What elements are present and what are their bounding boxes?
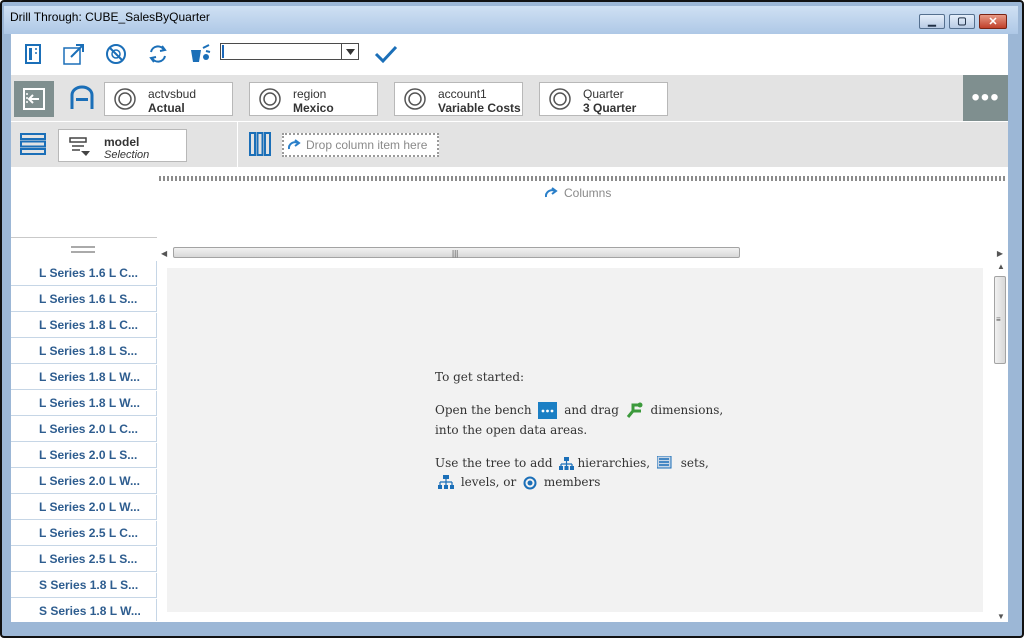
row-header-item[interactable]: L Series 1.8 L W...: [11, 365, 157, 390]
drop-column-text: Drop column item here: [306, 138, 428, 152]
close-icon: ✕: [988, 16, 998, 28]
slicer-account1[interactable]: account1 Variable Costs: [394, 82, 523, 116]
vertical-scrollbar[interactable]: ▲ ≡ ▼: [993, 262, 1008, 621]
help-line-4: levels, or members: [435, 475, 600, 490]
row-dimension-subtitle: Selection: [104, 149, 150, 161]
columns-hint-text: Columns: [564, 186, 612, 200]
drag-handle-icon[interactable]: [71, 246, 95, 253]
client-area: actvsbud Actual region Mexico account1 V…: [11, 34, 1008, 622]
scroll-left-icon[interactable]: ◀: [161, 249, 167, 258]
paint-icon: [191, 44, 211, 62]
member-ring-icon: [549, 88, 571, 110]
sets-icon: [656, 456, 672, 469]
text-cursor: [222, 45, 224, 58]
toolbar-select[interactable]: [220, 43, 359, 60]
drop-column-target[interactable]: Drop column item here: [282, 133, 439, 157]
help-line-2: into the open data areas.: [435, 423, 588, 437]
row-dimension-chip[interactable]: model Selection: [58, 129, 187, 162]
row-header-item[interactable]: L Series 1.8 L W...: [11, 391, 157, 416]
row-header-list: L Series 1.6 L C... L Series 1.6 L S... …: [11, 261, 157, 621]
row-header-item[interactable]: S Series 1.8 L W...: [11, 599, 157, 621]
expand-icon: [63, 44, 84, 65]
refresh-button[interactable]: [143, 40, 173, 68]
columns-icon: [249, 132, 271, 156]
row-header-item[interactable]: L Series 2.0 L W...: [11, 495, 157, 520]
slicer-member: 3 Quarter: [583, 101, 637, 115]
confirm-button[interactable]: [371, 40, 401, 68]
grip-icon: |||: [452, 249, 459, 258]
columns-drop-zone: Drop column item here: [238, 122, 1008, 167]
row-header-item[interactable]: L Series 2.5 L S...: [11, 547, 157, 572]
row-header-item[interactable]: L Series 2.0 L W...: [11, 469, 157, 494]
suppress-button[interactable]: [101, 40, 131, 68]
help-title: To get started:: [435, 370, 525, 384]
help-line-3: Use the tree to add hierarchies, sets,: [435, 456, 709, 470]
slicer-dimension: account1: [438, 87, 487, 101]
help-line-1: Open the bench and drag dimensions,: [435, 402, 724, 419]
row-header-item[interactable]: L Series 1.8 L C...: [11, 313, 157, 338]
slicer-member: Variable Costs: [438, 101, 521, 115]
vertical-scroll-thumb[interactable]: ≡: [994, 276, 1006, 364]
slicer-row: actvsbud Actual region Mexico account1 V…: [11, 75, 1008, 121]
scroll-right-icon[interactable]: ▶: [997, 249, 1003, 258]
slicer-area-button[interactable]: [67, 83, 97, 113]
member-ring-icon: [259, 88, 281, 110]
minimize-icon: ▁: [928, 16, 936, 27]
rows-drop-zone: model Selection: [11, 122, 237, 167]
slicer-dimension: region: [293, 87, 327, 101]
slicer-dimension: Quarter: [583, 87, 624, 101]
slicer-region[interactable]: region Mexico: [249, 82, 378, 116]
slicer-actvsbud[interactable]: actvsbud Actual: [104, 82, 233, 116]
curved-arrow-icon: [544, 187, 558, 198]
rows-icon: [20, 133, 46, 155]
slicer-dimension: actvsbud: [148, 87, 197, 101]
maximize-button[interactable]: ▢: [949, 14, 975, 29]
window-title: Drill Through: CUBE_SalesByQuarter: [10, 10, 210, 24]
layout-icon: [25, 44, 41, 64]
scroll-up-icon[interactable]: ▲: [997, 262, 1005, 271]
member-icon: [523, 476, 537, 489]
row-header-item[interactable]: L Series 1.8 L S...: [11, 339, 157, 364]
slicer-quarter[interactable]: Quarter 3 Quarter: [539, 82, 668, 116]
layout-button[interactable]: [18, 40, 48, 68]
more-button[interactable]: •••: [963, 75, 1008, 121]
minimize-button[interactable]: ▁: [919, 14, 945, 29]
row-header-item[interactable]: L Series 2.0 L S...: [11, 443, 157, 468]
levels-icon: [438, 475, 454, 489]
dimension-icon: [626, 402, 643, 418]
refresh-icon: [149, 45, 167, 63]
slicer-member: Mexico: [293, 101, 334, 115]
scroll-down-icon[interactable]: ▼: [997, 612, 1005, 621]
paint-button[interactable]: [185, 40, 215, 68]
grip-icon: ≡: [996, 315, 1001, 324]
slicer-member: Actual: [148, 101, 185, 115]
hierarchy-icon: [559, 456, 575, 470]
row-header-item[interactable]: L Series 2.0 L C...: [11, 417, 157, 442]
row-header-item[interactable]: L Series 1.6 L S...: [11, 287, 157, 312]
data-area: To get started: Open the bench and drag …: [167, 268, 983, 612]
maximize-icon: ▢: [957, 16, 967, 27]
member-ring-icon: [114, 88, 136, 110]
column-header-drop-strip[interactable]: [159, 176, 1005, 181]
horizontal-scroll-thumb[interactable]: |||: [173, 247, 740, 258]
filter-list-icon: [69, 137, 90, 156]
chevron-down-icon[interactable]: [341, 44, 358, 59]
horizontal-scrollbar[interactable]: ◀ ||| ▶: [159, 244, 1005, 262]
bench-icon: [538, 402, 558, 419]
row-header-item[interactable]: L Series 2.5 L C...: [11, 521, 157, 546]
row-header-item[interactable]: S Series 1.8 L S...: [11, 573, 157, 598]
suppress-icon: [106, 44, 126, 64]
exit-drill-button[interactable]: [14, 81, 54, 117]
curved-arrow-icon: [287, 139, 301, 150]
row-dimension-label: model: [104, 135, 140, 149]
close-button[interactable]: ✕: [979, 14, 1007, 29]
row-header-top: [11, 237, 157, 262]
checkmark-icon: [374, 45, 398, 64]
expand-button[interactable]: [59, 40, 89, 68]
row-header-item[interactable]: L Series 1.6 L C...: [11, 261, 157, 286]
exit-icon: [23, 88, 45, 110]
slicer-area-icon: [70, 85, 94, 109]
member-ring-icon: [404, 88, 426, 110]
